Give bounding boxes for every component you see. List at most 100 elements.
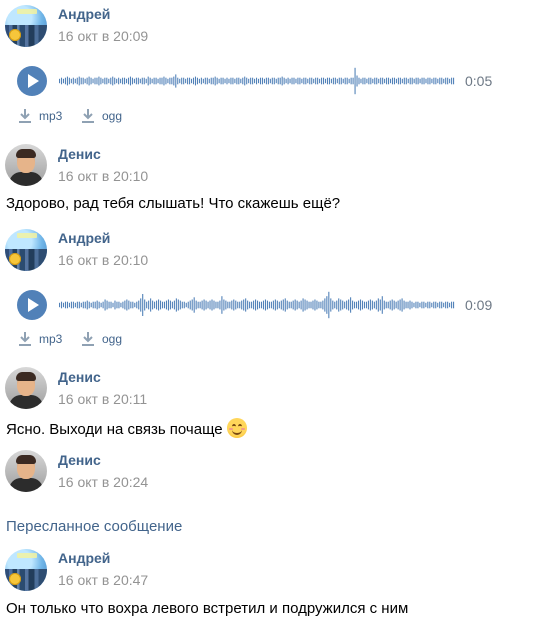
waveform-bar [443,78,445,84]
waveform-bar [364,77,366,85]
waveform-bar [260,301,263,309]
download-icon[interactable] [18,108,32,124]
waveform-bar [185,302,187,308]
waveform-bar [280,300,282,310]
waveform-bar [169,77,171,85]
message-time[interactable]: 16 окт в 20:24 [58,474,148,490]
waveform-bar [74,78,76,84]
waveform-bar [275,78,277,84]
download-icon[interactable] [18,331,32,347]
waveform-bar [376,77,378,85]
download-mp3-link[interactable]: mp3 [39,109,62,123]
waveform-bar [191,299,193,311]
author-name[interactable]: Денис [58,146,101,162]
waveform-bar [344,77,346,85]
download-ogg-link[interactable]: ogg [102,332,122,346]
author-name[interactable]: Денис [58,369,101,385]
waveform-bar [240,78,242,84]
waveform-bar [413,78,415,84]
waveform-bar [256,77,258,85]
download-mp3-link[interactable]: mp3 [39,332,62,346]
waveform-bar [148,300,150,310]
waveform-bar [201,300,203,310]
waveform-bar [141,77,143,85]
waveform-bar [102,301,104,309]
waveform-bar [80,77,82,85]
waveform-bar [80,302,82,308]
waveform-bar [266,300,268,310]
waveform-bar [238,77,240,85]
waveform-bar [88,301,90,309]
waveform-bar [124,300,126,310]
avatar-denis[interactable] [5,367,47,409]
waveform-bar [356,301,358,309]
author-name[interactable]: Андрей [58,230,110,246]
author-name[interactable]: Андрей [58,550,110,566]
waveform-bar [379,299,381,311]
waveform-bar [431,302,433,308]
waveform-bar [175,74,177,88]
waveform-bar [401,298,403,312]
waveform-bar [140,298,142,312]
download-icon[interactable] [81,331,95,347]
waveform-bar [126,299,128,311]
waveform-bar [382,77,384,85]
waveform-bar [323,77,325,85]
message-time[interactable]: 16 окт в 20:09 [58,28,148,44]
waveform-bar [293,77,295,85]
waveform-bar [407,301,409,309]
waveform-bar [328,77,330,85]
download-ogg-link[interactable]: ogg [102,109,122,123]
waveform-bar [354,67,356,95]
waveform-bar [309,77,311,85]
waveform-bar [320,301,322,309]
author-name[interactable]: Денис [58,452,101,468]
waveform-bar [218,78,220,84]
avatar-denis[interactable] [5,450,47,492]
waveform-bar [302,298,304,312]
waveform-bar [60,301,63,309]
waveform-bar [299,77,301,85]
voice-message: 0:09 [17,290,537,322]
avatar-denis[interactable] [5,144,47,186]
waveform-bar [221,296,223,314]
avatar-andrey[interactable] [5,229,47,271]
waveform-bar [110,301,112,309]
play-button[interactable] [17,290,47,320]
waveform-bar [282,299,284,311]
waveform-bar [336,300,338,310]
waveform-bar [100,302,102,308]
avatar-andrey[interactable] [5,5,47,47]
message-time[interactable]: 16 окт в 20:47 [58,572,148,588]
waveform-bar [322,300,324,310]
forwarded-message-label[interactable]: Пересланное сообщение [6,518,182,535]
waveform-bar [64,301,67,309]
waveform-bar [161,301,164,309]
waveform-bar [138,300,140,310]
play-button[interactable] [17,66,47,96]
waveform-bar [152,300,154,310]
avatar-andrey[interactable] [5,549,47,591]
waveform-bar [306,300,308,310]
waveform-bar [60,77,63,85]
waveform-bar [257,78,260,84]
waveform-bar [210,77,212,85]
waveform-bar [62,302,65,308]
waveform-bar [86,77,88,85]
waveform-bar [181,301,183,309]
waveform-bar [447,301,449,309]
message-time[interactable]: 16 окт в 20:11 [58,391,147,407]
voice-waveform[interactable] [59,290,455,320]
waveform-bar [381,296,383,314]
waveform-bar [206,77,208,85]
waveform-bar [104,299,106,311]
waveform-bar [158,299,160,311]
voice-waveform[interactable] [59,66,455,96]
waveform-bar [236,77,238,85]
message-time[interactable]: 16 окт в 20:10 [58,168,148,184]
waveform-bar [84,78,86,84]
message-time[interactable]: 16 окт в 20:10 [58,252,148,268]
waveform-bar [106,77,108,85]
author-name[interactable]: Андрей [58,6,110,22]
download-icon[interactable] [81,108,95,124]
